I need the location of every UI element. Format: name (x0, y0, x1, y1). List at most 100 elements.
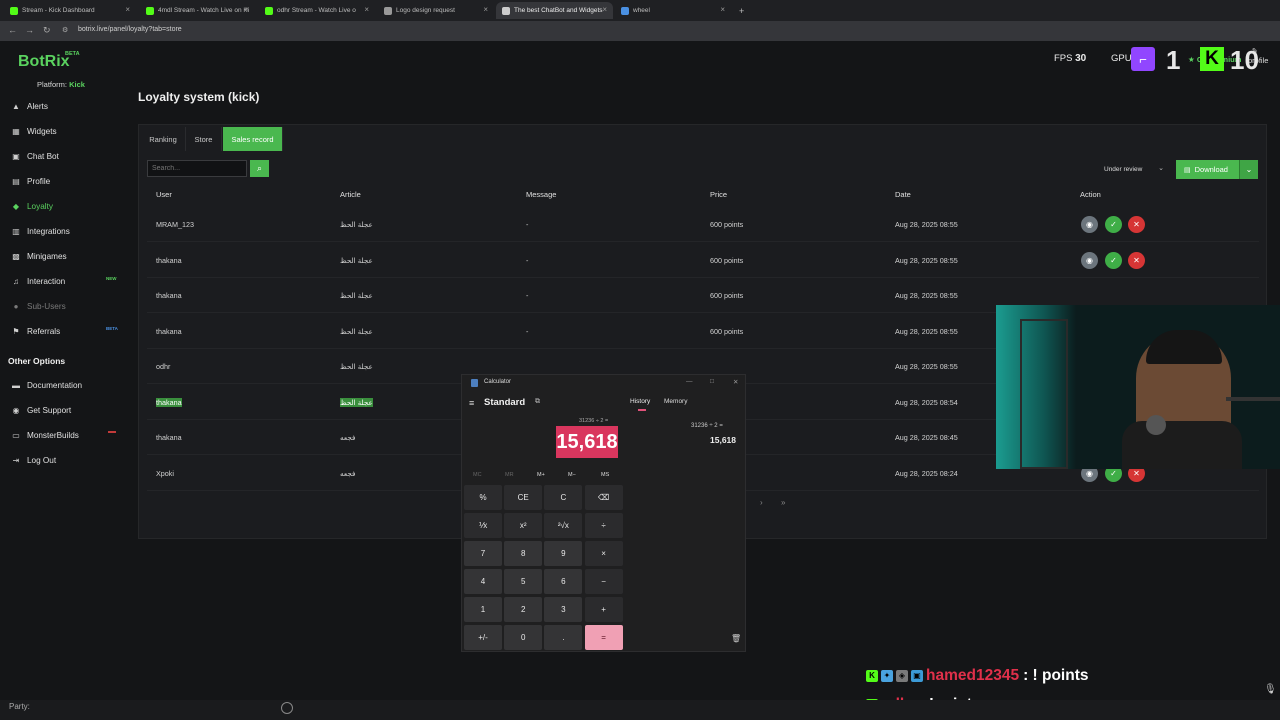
memory-recall-button[interactable]: MR (505, 472, 514, 478)
cell-article: عجلة الحظ (340, 362, 373, 371)
tab-store[interactable]: Store (186, 127, 222, 151)
history-expression[interactable]: 31236 ÷ 2 = (691, 423, 723, 429)
sidebar-item-interaction[interactable]: ♫ Interaction (11, 274, 65, 288)
sidebar-item-chat-bot[interactable]: ▣ Chat Bot (11, 149, 59, 163)
negate-key[interactable]: +/- (464, 625, 502, 650)
close-icon[interactable]: ✕ (733, 378, 738, 386)
tab-label: The best ChatBot and Widgets (514, 7, 603, 14)
sidebar-item-documentation[interactable]: ▬ Documentation (11, 378, 82, 392)
digit-2-key[interactable]: 2 (504, 597, 543, 622)
sidebar-item-widgets[interactable]: ▦ Widgets (11, 124, 56, 138)
sidebar-item-get-support[interactable]: ◉ Get Support (11, 403, 72, 417)
clear-entry-key[interactable]: CE (504, 485, 543, 510)
digit-0-key[interactable]: 0 (504, 625, 543, 650)
browser-tab[interactable]: Logo design request × (378, 2, 494, 19)
site-info-icon[interactable]: ⚙ (62, 26, 68, 34)
close-tab-icon[interactable]: × (483, 5, 488, 14)
approve-button[interactable]: ✓ (1105, 251, 1122, 269)
microphone-icon (1146, 415, 1166, 435)
sidebar-item-label: Get Support (27, 405, 72, 415)
background-shelf (1020, 319, 1068, 469)
browser-tab[interactable]: Stream - Kick Dashboard × (4, 2, 136, 19)
integrations-icon: ▥ (12, 226, 20, 236)
close-tab-icon[interactable]: × (602, 5, 607, 14)
view-button[interactable]: ◉ (1081, 216, 1098, 233)
reject-button[interactable]: ✕ (1128, 251, 1145, 269)
platform-label: Platform: (37, 80, 68, 89)
search-input[interactable] (147, 160, 247, 177)
decimal-key[interactable]: . (544, 625, 583, 650)
backspace-key[interactable]: ⌫ (584, 485, 623, 510)
digit-4-key[interactable]: 4 (464, 569, 502, 594)
digit-1-key[interactable]: 1 (464, 597, 502, 622)
hamburger-menu-icon[interactable]: ≡ (469, 398, 474, 408)
maximize-icon[interactable]: □ (710, 378, 714, 385)
reciprocal-key[interactable]: ⅟x (464, 513, 502, 538)
botrix-favicon-icon (502, 6, 510, 15)
multiply-key[interactable]: × (584, 541, 623, 566)
sidebar-item-profile[interactable]: ▤ Profile (11, 174, 50, 188)
tab-memory[interactable]: Memory (664, 398, 687, 405)
view-button[interactable]: ◉ (1081, 251, 1098, 269)
history-result[interactable]: 15,618 (710, 435, 736, 445)
pager-next-button[interactable]: › (760, 498, 763, 507)
back-icon[interactable]: ← (8, 25, 17, 35)
app-icon[interactable] (281, 702, 293, 714)
sidebar-item-referrals[interactable]: ⚑ Referrals (11, 324, 60, 338)
digit-6-key[interactable]: 6 (544, 569, 583, 594)
close-tab-icon[interactable]: × (125, 5, 130, 14)
pager-last-button[interactable]: » (781, 498, 785, 507)
minimize-icon[interactable]: — (686, 378, 693, 385)
square-root-key[interactable]: ²√x (544, 513, 583, 538)
url-field[interactable]: botrix.live/panel/loyalty?tab=store (78, 26, 182, 33)
forward-icon[interactable]: → (25, 25, 34, 35)
digit-7-key[interactable]: 7 (464, 541, 502, 566)
browser-tab[interactable]: wheel × (615, 2, 731, 19)
sidebar-item-alerts[interactable]: ▲ Alerts (11, 99, 48, 113)
add-key[interactable]: + (584, 597, 623, 622)
digit-8-key[interactable]: 8 (504, 541, 543, 566)
digit-3-key[interactable]: 3 (544, 597, 583, 622)
reload-icon[interactable]: ↻ (43, 25, 51, 36)
memory-add-button[interactable]: M+ (537, 472, 545, 478)
sidebar-item-sub-users[interactable]: ● Sub-Users (11, 299, 66, 313)
cell-user: thakana (156, 291, 182, 300)
search-button[interactable]: ⌕ (250, 160, 269, 177)
memory-store-button[interactable]: MS (601, 472, 609, 478)
trash-icon[interactable]: 🗑 (731, 634, 741, 643)
sidebar-item-minigames[interactable]: ▩ Minigames (11, 249, 66, 263)
divide-key[interactable]: ÷ (584, 513, 623, 538)
tab-ranking[interactable]: Ranking (141, 127, 186, 151)
approve-button[interactable]: ✓ (1105, 216, 1122, 233)
sidebar-item-monsterbuilds[interactable]: ▭ MonsterBuilds (11, 428, 79, 442)
reject-button[interactable]: ✕ (1128, 216, 1145, 233)
sidebar-item-label: Chat Bot (27, 151, 59, 161)
subtract-key[interactable]: − (584, 569, 623, 594)
square-key[interactable]: x² (504, 513, 543, 538)
browser-tab[interactable]: 4mdl Stream - Watch Live on Ki × (140, 2, 255, 19)
brand-logo[interactable]: BotRix (18, 53, 70, 71)
close-tab-icon[interactable]: × (364, 5, 369, 14)
microphone-icon[interactable]: 🎙 (1264, 684, 1277, 695)
equals-key[interactable]: = (584, 625, 623, 650)
clear-key[interactable]: C (544, 485, 583, 510)
memory-clear-button[interactable]: MC (473, 472, 482, 478)
memory-subtract-button[interactable]: M− (568, 472, 576, 478)
sidebar-item-log-out[interactable]: ⇥ Log Out (11, 453, 57, 467)
browser-tab[interactable]: odhr Stream - Watch Live o × (259, 2, 375, 19)
digit-9-key[interactable]: 9 (544, 541, 583, 566)
digit-5-key[interactable]: 5 (504, 569, 543, 594)
sidebar-item-loyalty[interactable]: ◆ Loyalty (11, 199, 53, 213)
download-button[interactable]: ▤ Download (1176, 160, 1239, 179)
percent-key[interactable]: % (464, 485, 502, 510)
new-tab-button[interactable]: + (733, 2, 747, 19)
close-tab-icon[interactable]: × (720, 5, 725, 14)
sidebar-item-integrations[interactable]: ▥ Integrations (11, 224, 70, 238)
close-tab-icon[interactable]: × (244, 5, 249, 14)
keep-on-top-icon[interactable]: ⧉ (535, 398, 540, 406)
download-options-button[interactable]: ⌄ (1239, 160, 1258, 179)
tab-history[interactable]: History (630, 398, 650, 405)
status-filter-select[interactable]: Under review ⌄ (1099, 161, 1167, 177)
browser-tab-active[interactable]: The best ChatBot and Widgets × (496, 2, 613, 19)
tab-sales-record[interactable]: Sales record (223, 127, 283, 151)
